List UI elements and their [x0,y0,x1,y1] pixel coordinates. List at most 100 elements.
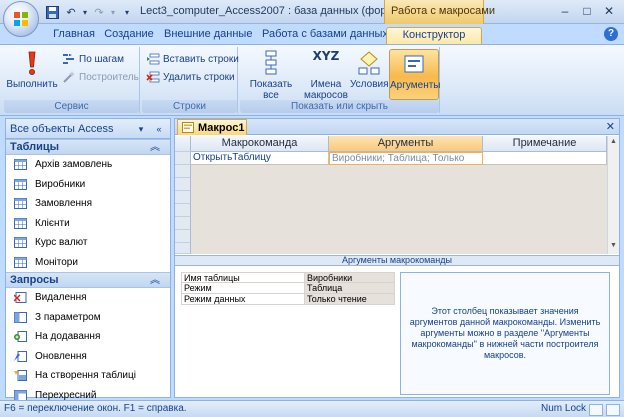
argument-value[interactable]: Виробники [305,272,395,283]
save-icon[interactable] [44,4,60,20]
column-header-comment[interactable]: Примечание [483,136,607,152]
select-query-icon [14,311,27,323]
status-bar: F6 = переключение окон. F1 = справка. Nu… [0,400,624,417]
office-logo-icon [14,12,28,26]
undo-dropdown-icon[interactable]: ▾ [82,4,88,20]
row-selector[interactable] [175,217,191,230]
table-icon [14,178,27,190]
delete-rows-button[interactable]: Удалить строки [146,69,235,85]
nav-item-query[interactable]: Видалення [6,288,170,308]
nav-item-table[interactable]: Монітори [6,253,170,273]
collapse-chevron-icon[interactable]: ︽ [150,140,160,155]
queries-list: Видалення З параметром На додавання Онов… [6,288,170,405]
nav-shutter-icon[interactable]: « [152,122,166,136]
make-table-query-icon [14,370,27,382]
tab-home[interactable]: Главная [50,27,98,44]
document-tab-macro1[interactable]: Макрос1 [177,119,247,135]
group-label-show-hide: Показать или скрыть [240,100,439,113]
delete-rows-icon [146,71,160,83]
macro-names-button[interactable]: XYZ Имена макросов [304,49,348,101]
redo-icon[interactable]: ↷ [91,4,107,20]
status-right: Num Lock [541,401,620,417]
view-button-datasheet[interactable] [589,404,603,416]
window-controls: – □ ✕ [554,2,620,20]
conditions-icon [358,51,380,75]
argument-row: Режим Таблица [181,283,395,294]
table-icon [14,159,27,171]
argument-name: Имя таблицы [181,272,305,283]
scroll-up-icon[interactable]: ▲ [608,138,619,148]
redo-dropdown-icon[interactable]: ▾ [110,4,116,20]
minimize-icon[interactable]: – [554,2,576,20]
group-show-hide: Показать все действия XYZ Имена макросов… [240,47,441,113]
maximize-icon[interactable]: □ [576,2,598,20]
context-tab-macro-tools: Работа с макросами [384,0,495,24]
nav-item-table[interactable]: Замовлення [6,194,170,214]
nav-item-query[interactable]: На створення таблиці [6,366,170,386]
nav-item-table[interactable]: Клієнти [6,214,170,234]
tab-external-data[interactable]: Внешние данные [164,27,252,44]
view-button-design[interactable] [606,404,620,416]
help-icon[interactable]: ? [604,27,618,41]
insert-rows-button[interactable]: Вставить строки [146,51,239,67]
table-icon [14,256,27,268]
group-rows: Вставить строки Удалить строки Строки [142,47,239,113]
row-selector[interactable] [175,152,191,165]
close-document-icon[interactable]: ✕ [606,120,615,133]
customize-qat-icon[interactable]: ▾ [119,4,135,20]
column-header-action[interactable]: Макрокоманда [191,136,329,152]
argument-value[interactable]: Таблица [305,283,395,294]
row-selector[interactable] [175,204,191,217]
step-icon [63,54,74,64]
nav-header[interactable]: Все объекты Access ▾ « [6,119,170,139]
nav-item-table[interactable]: Виробники [6,175,170,195]
nav-item-table[interactable]: Архів замовлень [6,155,170,175]
grid-corner [175,136,191,152]
nav-section-tables[interactable]: Таблицы ︽ [6,139,170,155]
nav-item-table[interactable]: Курс валют [6,233,170,253]
tab-design[interactable]: Конструктор [386,27,482,44]
group-label-rows: Строки [142,100,237,113]
close-icon[interactable]: ✕ [598,2,620,20]
delete-query-icon [14,292,27,304]
row-selector[interactable] [175,191,191,204]
builder-button[interactable]: Построитель [62,69,139,85]
scroll-down-icon[interactable]: ▼ [608,242,619,252]
group-service: Выполнить По шагам Построитель Сервис [4,47,140,113]
collapse-chevron-icon[interactable]: ︽ [150,273,160,288]
run-button[interactable]: Выполнить [6,49,58,90]
macro-document: Макрос1 ✕ Макрокоманда Аргументы Примеча… [174,118,620,398]
column-header-arguments[interactable]: Аргументы [329,136,483,152]
row-selector[interactable] [175,230,191,243]
undo-icon[interactable]: ↶ [63,4,79,20]
macro-names-icon: XYZ [312,49,340,63]
document-tab-bar: Макрос1 ✕ [175,119,619,135]
nav-item-query[interactable]: На додавання [6,327,170,347]
nav-item-query[interactable]: Оновлення [6,347,170,367]
office-button[interactable] [3,1,39,37]
action-arguments-table: Имя таблицы Виробники Режим Таблица Режи… [181,272,395,308]
row-selector[interactable] [175,178,191,191]
table-icon [14,237,27,249]
macro-arguments-cell[interactable]: Виробники; Таблица; Только [329,152,483,165]
nav-section-queries[interactable]: Запросы ︽ [6,272,170,288]
table-icon [14,217,27,229]
row-selector[interactable] [175,165,191,178]
status-text: F6 = переключение окон. F1 = справка. [4,403,187,414]
row-selector[interactable] [175,243,191,254]
argument-value[interactable]: Только чтение [305,294,395,305]
macro-action-cell[interactable]: ОткрытьТаблицу [191,152,329,165]
grid-vertical-scrollbar[interactable]: ▲ ▼ [607,136,619,254]
arguments-icon [404,55,424,73]
nav-menu-dropdown-icon[interactable]: ▾ [134,122,148,136]
tab-database-tools[interactable]: Работа с базами данных [262,27,388,44]
tab-create[interactable]: Создание [104,27,154,44]
macro-comment-cell[interactable] [483,152,607,165]
quick-access-toolbar: ↶ ▾ ↷ ▾ ▾ [44,4,135,20]
step-button[interactable]: По шагам [62,51,124,67]
insert-rows-icon [147,53,160,65]
nav-item-query[interactable]: З параметром [6,308,170,328]
conditions-button[interactable]: Условия [350,49,389,90]
arguments-button[interactable]: Аргументы [389,49,441,100]
wand-icon [63,71,75,83]
